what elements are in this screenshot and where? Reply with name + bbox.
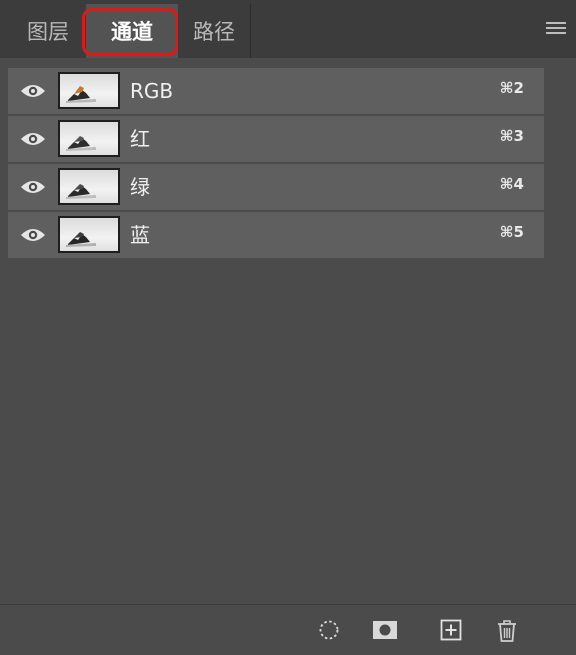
new-channel-icon[interactable]: [440, 619, 462, 645]
channel-row-green[interactable]: 绿 ⌘4: [8, 164, 544, 210]
channel-row-blue[interactable]: 蓝 ⌘5: [8, 212, 544, 258]
channel-shortcut: ⌘2: [499, 79, 524, 97]
save-selection-mask-icon[interactable]: [372, 619, 398, 645]
channel-row-rgb[interactable]: RGB ⌘2: [8, 68, 544, 114]
delete-channel-icon[interactable]: [496, 619, 518, 647]
tab-channels[interactable]: 通道: [86, 4, 178, 58]
visibility-eye-icon[interactable]: [20, 226, 46, 244]
channel-thumbnail: [58, 72, 120, 109]
channel-name: RGB: [130, 79, 174, 103]
channel-thumbnail: [58, 120, 120, 157]
panel-footer-toolbar: [0, 604, 576, 655]
channel-row-red[interactable]: 红 ⌘3: [8, 116, 544, 162]
panel-tab-bar: 图层 通道 路径: [0, 0, 576, 58]
visibility-eye-icon[interactable]: [20, 82, 46, 100]
visibility-eye-icon[interactable]: [20, 178, 46, 196]
channel-shortcut: ⌘4: [499, 175, 524, 193]
channel-thumbnail: [58, 216, 120, 253]
load-selection-icon[interactable]: [318, 619, 340, 645]
panel-menu-icon[interactable]: [546, 22, 566, 36]
channel-shortcut: ⌘3: [499, 127, 524, 145]
channel-shortcut: ⌘5: [499, 223, 524, 241]
visibility-eye-icon[interactable]: [20, 130, 46, 148]
channel-name: 绿: [130, 175, 150, 199]
channel-list: RGB ⌘2 红 ⌘3 绿 ⌘4 蓝 ⌘5: [8, 68, 544, 260]
channel-name: 蓝: [130, 223, 150, 247]
tab-layers[interactable]: 图层: [10, 4, 86, 58]
channel-name: 红: [130, 127, 150, 151]
tab-paths[interactable]: 路径: [178, 4, 251, 58]
channels-panel: RGB ⌘2 红 ⌘3 绿 ⌘4 蓝 ⌘5: [0, 58, 576, 654]
channel-thumbnail: [58, 168, 120, 205]
